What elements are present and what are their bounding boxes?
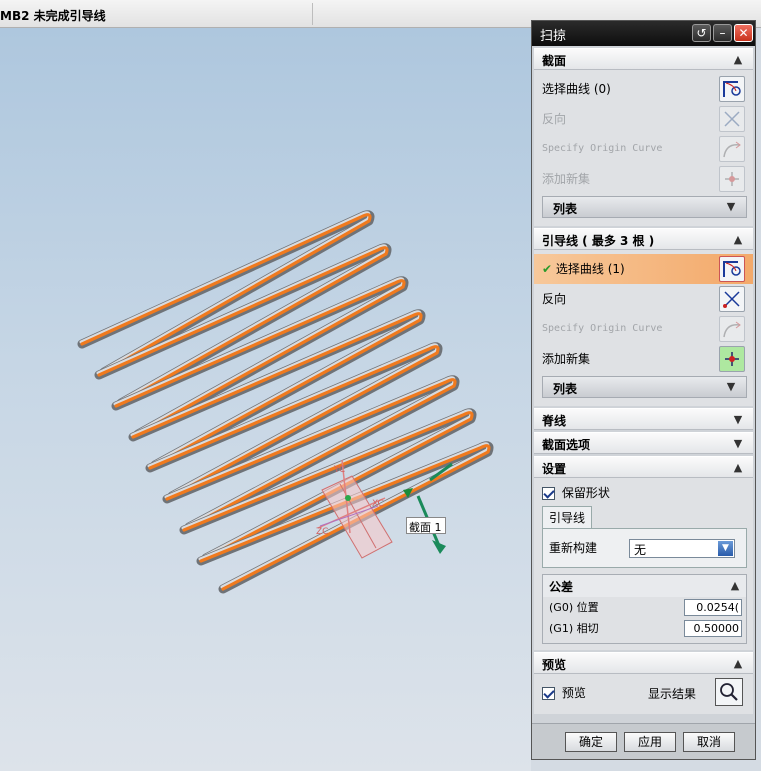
curve-select-icon[interactable]: [719, 76, 745, 102]
section-options-header[interactable]: 截面选项 ▼: [534, 432, 753, 454]
axis-label-xc: XC: [372, 499, 384, 509]
guide-tab-panel: 重新构建 无 ▼: [542, 528, 747, 568]
guide-body: ✔ 选择曲线 (1) 反向 Specify Origin Curve 添加新集: [534, 250, 753, 406]
g0-label: (G0) 位置: [549, 601, 599, 614]
section-add-set-row: 添加新集: [542, 164, 747, 194]
preview-header[interactable]: 预览 ▲: [534, 652, 753, 674]
section-select-curve-row[interactable]: 选择曲线 (0): [542, 74, 747, 104]
g1-label: (G1) 相切: [549, 622, 599, 635]
reverse-direction-icon[interactable]: [719, 286, 745, 312]
preview-checkbox[interactable]: [542, 687, 555, 700]
keep-shape-row[interactable]: 保留形状: [542, 484, 747, 502]
g0-input[interactable]: 0.0254(: [684, 599, 742, 616]
collapse-up-icon[interactable]: ▲: [731, 461, 745, 475]
show-result-button[interactable]: [715, 678, 743, 706]
section-body: 选择曲线 (0) 反向 Specify Origin Curve 添加新集 列表: [534, 70, 753, 226]
origin-curve-icon: [719, 316, 745, 342]
dropdown-arrow-icon[interactable]: ▼: [718, 541, 733, 556]
guide-origin-label: Specify Origin Curve: [542, 323, 663, 334]
section-header-label: 截面: [542, 54, 567, 68]
show-result-label: 显示结果: [648, 687, 697, 701]
section-options-label: 截面选项: [542, 438, 591, 452]
guide-reverse-row[interactable]: 反向: [542, 284, 747, 314]
collapse-up-icon[interactable]: ▲: [731, 53, 745, 67]
g0-row: (G0) 位置 0.0254(: [543, 597, 746, 618]
minimize-button[interactable]: –: [713, 24, 732, 42]
keep-shape-checkbox[interactable]: [542, 487, 555, 500]
expand-down-icon[interactable]: ▼: [731, 413, 745, 427]
reverse-direction-icon: [719, 106, 745, 132]
chevron-down-icon[interactable]: ▼: [724, 380, 738, 394]
section-add-set-label: 添加新集: [542, 172, 591, 186]
collapse-up-icon[interactable]: ▲: [731, 233, 745, 247]
axis-label-yc: YC: [333, 465, 345, 475]
section-origin-label: Specify Origin Curve: [542, 143, 663, 154]
section-select-curve-label: 选择曲线 (0): [542, 82, 611, 96]
section-header[interactable]: 截面 ▲: [534, 48, 753, 70]
tolerance-header[interactable]: 公差 ▲: [543, 575, 746, 597]
tolerance-label: 公差: [549, 580, 574, 594]
title-separator: [312, 3, 313, 25]
ok-button[interactable]: 确定: [565, 732, 617, 752]
curve-select-icon[interactable]: [719, 256, 745, 282]
expand-down-icon[interactable]: ▼: [731, 437, 745, 451]
settings-header[interactable]: 设置 ▲: [534, 456, 753, 478]
guide-header[interactable]: 引导线 ( 最多 3 根 ) ▲: [534, 228, 753, 250]
magnifier-icon: [720, 683, 738, 701]
preview-row[interactable]: 预览: [542, 684, 586, 701]
guide-add-set-label: 添加新集: [542, 352, 591, 366]
preview-body: 预览 显示结果: [534, 674, 753, 714]
rebuild-value: 无: [634, 543, 647, 557]
preview-header-label: 预览: [542, 658, 567, 672]
section-label-tag: 截面 1: [406, 517, 446, 534]
guide-add-set-row[interactable]: 添加新集: [542, 344, 747, 374]
rebuild-row: 重新构建 无 ▼: [549, 535, 740, 561]
spine-header[interactable]: 脊线 ▼: [534, 408, 753, 430]
sweep-dialog: 扫掠 ↺ – ✕ 截面 ▲ 选择曲线 (0) 反向 Specify Origin…: [531, 20, 756, 760]
guide-origin-row: Specify Origin Curve: [542, 314, 747, 344]
axis-label-zc: ZC: [316, 527, 328, 537]
window-title: MB2 未完成引导线: [0, 9, 106, 23]
settings-body: 保留形状 引导线 重新构建 无 ▼ 公差 ▲ (G0) 位置 0.0254( (…: [534, 478, 753, 650]
tolerance-group: 公差 ▲ (G0) 位置 0.0254( (G1) 相切 0.50000: [542, 574, 747, 644]
rebuild-label: 重新构建: [549, 541, 598, 555]
section-list-toggle[interactable]: 列表 ▼: [542, 196, 747, 218]
dialog-title-bar: 扫掠 ↺ – ✕: [532, 21, 755, 46]
add-set-icon[interactable]: [719, 346, 745, 372]
guide-header-label: 引导线 ( 最多 3 根 ): [542, 234, 655, 248]
collapse-up-icon[interactable]: ▲: [728, 579, 742, 593]
close-button[interactable]: ✕: [734, 24, 753, 42]
origin-curve-icon: [719, 136, 745, 162]
helix-model: YC XC ZC: [77, 210, 494, 594]
dialog-title: 扫掠: [540, 29, 567, 44]
chevron-down-icon[interactable]: ▼: [724, 200, 738, 214]
reset-button[interactable]: ↺: [692, 24, 711, 42]
section-reverse-label: 反向: [542, 112, 567, 126]
settings-header-label: 设置: [542, 462, 567, 476]
checkmark-icon: ✔: [542, 262, 553, 276]
spine-header-label: 脊线: [542, 414, 567, 428]
guide-list-toggle[interactable]: 列表 ▼: [542, 376, 747, 398]
section-origin-row: Specify Origin Curve: [542, 134, 747, 164]
preview-label: 预览: [561, 686, 586, 700]
apply-button[interactable]: 应用: [624, 732, 676, 752]
guide-list-label: 列表: [553, 382, 578, 396]
rebuild-select[interactable]: 无 ▼: [629, 539, 735, 558]
guide-select-curve-row[interactable]: ✔ 选择曲线 (1): [534, 254, 753, 284]
g1-input[interactable]: 0.50000: [684, 620, 742, 637]
add-set-icon: [719, 166, 745, 192]
g1-row: (G1) 相切 0.50000: [543, 618, 746, 639]
section-reverse-row: 反向: [542, 104, 747, 134]
cancel-button[interactable]: 取消: [683, 732, 735, 752]
collapse-up-icon[interactable]: ▲: [731, 657, 745, 671]
section-list-label: 列表: [553, 202, 578, 216]
keep-shape-label: 保留形状: [561, 486, 610, 500]
guide-reverse-label: 反向: [542, 292, 567, 306]
guide-select-curve-label: 选择曲线 (1): [555, 262, 625, 276]
tab-guide[interactable]: 引导线: [542, 506, 593, 528]
dialog-footer: 确定 应用 取消: [532, 723, 755, 759]
graphics-viewport[interactable]: YC XC ZC 截面 1: [0, 28, 531, 771]
